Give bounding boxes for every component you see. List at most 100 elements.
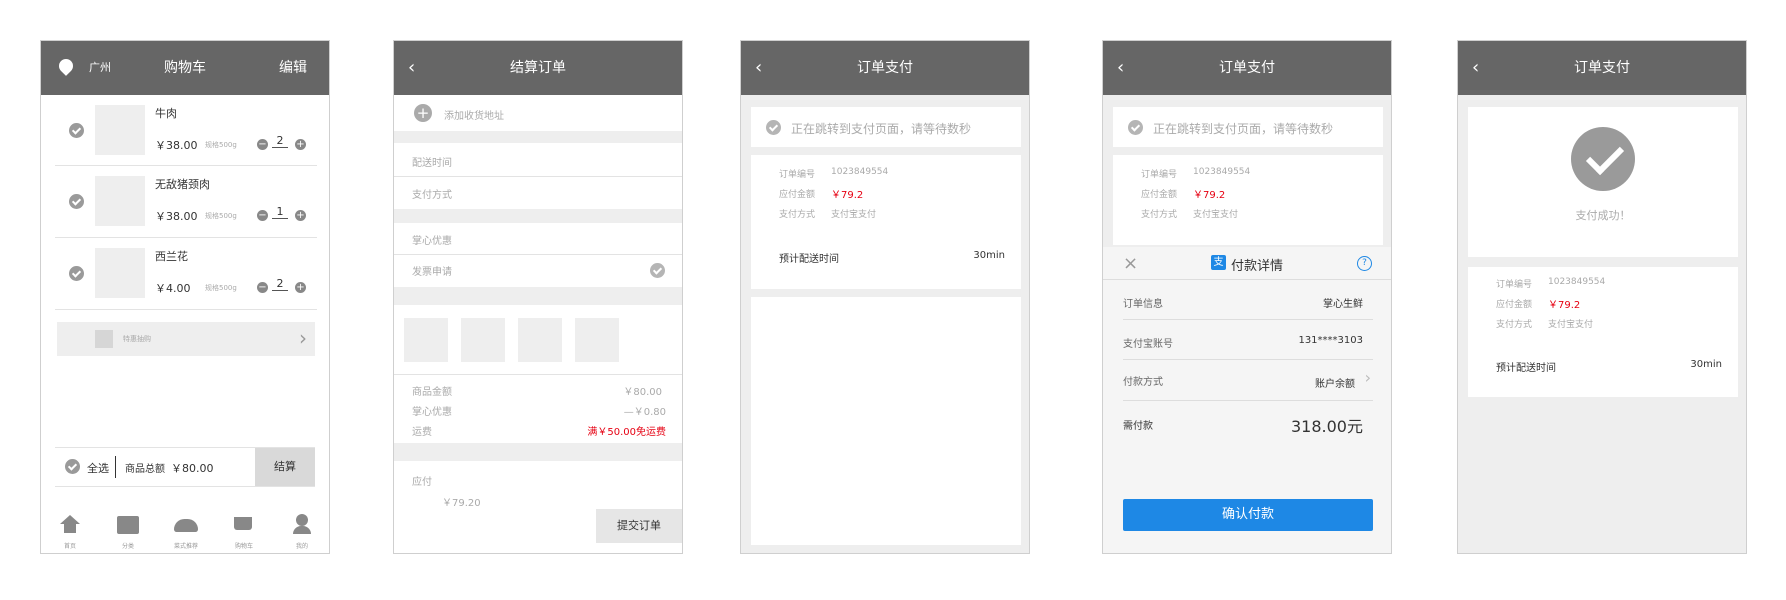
user-icon-body: [293, 526, 311, 534]
order-summary: 订单编号 1023849554 应付金额 ￥79.2 支付方式 支付宝支付: [1113, 155, 1383, 245]
order-summary: 订单编号 1023849554 应付金额 ￥79.2 支付方式 支付宝支付 预计…: [1468, 267, 1738, 397]
tab-label: 首页: [63, 543, 76, 550]
select-all-check-icon[interactable]: [65, 459, 80, 474]
total-value: ￥80.00: [171, 462, 214, 475]
discount-row[interactable]: 掌心优惠: [412, 232, 452, 247]
eta-value: 30min: [973, 250, 1005, 261]
divider: [394, 374, 682, 375]
product-image: [95, 105, 145, 155]
submit-order-button[interactable]: 提交订单: [596, 509, 682, 543]
amount-value: ￥79.2: [1193, 190, 1226, 201]
edit-button[interactable]: 编辑: [279, 41, 307, 95]
method-label: 支付方式: [1141, 210, 1178, 220]
invoice-row[interactable]: 发票申请: [412, 263, 452, 278]
dish-icon: [174, 519, 198, 532]
product-spec: 规格500g: [205, 212, 237, 220]
eta-label: 预计配送时间: [1496, 363, 1556, 374]
order-no-label: 订单编号: [1141, 170, 1178, 180]
order-no: 1023849554: [1193, 167, 1251, 177]
product-image: [95, 176, 145, 226]
need-pay-value: 318.00元: [1291, 417, 1363, 436]
product-spec: 规格500g: [205, 284, 237, 292]
divider: [55, 309, 317, 310]
minus-icon[interactable]: −: [257, 139, 268, 150]
amount-value: ￥79.2: [1548, 300, 1581, 311]
cart-item: 西兰花 ￥4.00 规格500g − 2 +: [41, 238, 329, 308]
confirm-pay-button[interactable]: 确认付款: [1123, 499, 1373, 531]
tab-label: 菜式推荐: [173, 543, 198, 550]
amount-label: 应付金额: [779, 190, 816, 200]
divider: [394, 176, 682, 177]
redirect-notice: 正在跳转到支付页面，请等待数秒: [751, 107, 1021, 147]
pay-method-row[interactable]: 支付方式: [412, 186, 452, 201]
payment-header: ‹ 订单支付: [741, 41, 1029, 95]
tab-label: 分类: [121, 543, 134, 550]
page-title: 订单支付: [857, 60, 913, 76]
check-icon: [766, 120, 781, 135]
payment-details-screen: ‹ 订单支付 正在跳转到支付页面，请等待数秒 订单编号 1023849554 应…: [1102, 40, 1392, 554]
shipping-value: 满￥50.00免运费: [587, 427, 666, 438]
item-check-icon[interactable]: [69, 194, 84, 209]
minus-icon[interactable]: −: [257, 210, 268, 221]
discount-value: —￥0.80: [623, 407, 666, 418]
delivery-time-row[interactable]: 配送时间: [412, 154, 452, 169]
tab-cart[interactable]: 购物车: [215, 511, 273, 553]
minus-icon[interactable]: −: [257, 282, 268, 293]
promo-label: 特惠抽购: [123, 335, 151, 343]
checkout-button[interactable]: 结算: [255, 448, 315, 486]
method-value: 支付宝支付: [1548, 320, 1594, 330]
method-label: 支付方式: [779, 210, 816, 220]
order-no: 1023849554: [831, 167, 889, 177]
home-icon-body: [64, 524, 76, 533]
tab-recipes[interactable]: 菜式推荐: [157, 511, 215, 553]
section-gap: [394, 131, 682, 143]
tab-category[interactable]: 分类: [99, 511, 157, 553]
product-image: [95, 248, 145, 298]
payment-sheet: × 支 付款详情 ? 订单信息 掌心生鲜 支付宝账号 131****3103 付…: [1103, 247, 1391, 553]
order-no: 1023849554: [1548, 277, 1606, 287]
blank-panel: [751, 297, 1021, 545]
pay-way-row[interactable]: 付款方式 账户余额 ›: [1103, 360, 1391, 400]
home-icon: [60, 515, 80, 524]
eta-label: 预计配送时间: [779, 254, 839, 265]
plus-icon[interactable]: +: [295, 210, 306, 221]
need-pay-label: 需付款: [1123, 421, 1153, 432]
product-price: ￥38.00: [155, 210, 198, 223]
quantity-value[interactable]: 2: [272, 278, 288, 291]
redirect-text: 正在跳转到支付页面，请等待数秒: [791, 122, 972, 136]
close-icon[interactable]: ×: [1123, 253, 1138, 274]
redirect-notice: 正在跳转到支付页面，请等待数秒: [1113, 107, 1383, 147]
product-name: 无敌猪颈肉: [155, 178, 210, 191]
payment-header: ‹ 订单支付: [1103, 41, 1391, 95]
divider: [1123, 319, 1373, 320]
select-all-label[interactable]: 全选: [87, 460, 109, 476]
product-price: ￥4.00: [155, 282, 191, 295]
promo-bar[interactable]: 特惠抽购 ›: [57, 322, 315, 356]
account-label: 支付宝账号: [1123, 339, 1173, 350]
item-check-icon[interactable]: [69, 266, 84, 281]
quantity-value[interactable]: 1: [272, 206, 288, 219]
method-value: 支付宝支付: [1193, 210, 1239, 220]
plus-icon[interactable]: +: [295, 139, 306, 150]
order-summary: 订单编号 1023849554 应付金额 ￥79.2 支付方式 支付宝支付 预计…: [751, 155, 1021, 289]
tab-home[interactable]: 首页: [41, 511, 99, 553]
help-icon[interactable]: ?: [1357, 256, 1372, 271]
success-panel: 支付成功！: [1468, 107, 1738, 257]
account-value: 131****3103: [1298, 335, 1363, 346]
item-check-icon[interactable]: [69, 123, 84, 138]
page-title: 订单支付: [1574, 60, 1630, 76]
pay-way-value: 账户余额: [1315, 379, 1355, 390]
amount-value: ￥79.2: [831, 190, 864, 201]
check-icon: [1128, 120, 1143, 135]
order-no-label: 订单编号: [779, 170, 816, 180]
divider: [1103, 279, 1391, 280]
tab-profile[interactable]: 我的: [273, 511, 329, 553]
tab-bar: 首页 分类 菜式推荐 购物车 我的: [41, 511, 329, 553]
add-address-row[interactable]: + 添加收货地址: [394, 95, 682, 131]
page-title: 订单支付: [1219, 60, 1275, 76]
tab-label: 购物车: [234, 543, 253, 550]
invoice-check-icon[interactable]: [650, 263, 665, 278]
eta-value: 30min: [1690, 359, 1722, 370]
quantity-value[interactable]: 2: [272, 135, 288, 148]
plus-icon[interactable]: +: [295, 282, 306, 293]
